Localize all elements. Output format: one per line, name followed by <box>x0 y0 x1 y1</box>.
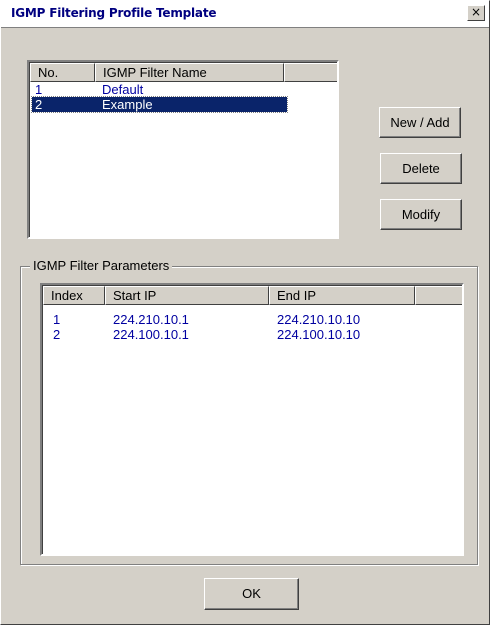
column-header-no[interactable]: No. <box>30 63 95 82</box>
param-start-ip: 224.100.10.1 <box>113 327 189 342</box>
dialog-window: IGMP Filtering Profile Template × No. IG… <box>0 0 490 625</box>
column-header-blank[interactable] <box>284 63 337 82</box>
delete-button[interactable]: Delete <box>380 153 462 184</box>
profile-name: Default <box>102 82 144 97</box>
filter-parameters-label: IGMP Filter Parameters <box>30 258 173 273</box>
param-index: 1 <box>53 312 61 327</box>
profile-name: Example <box>102 97 153 112</box>
table-row[interactable]: 2 224.100.10.1 224.100.10.10 <box>45 327 425 342</box>
column-header-start-ip[interactable]: Start IP <box>105 286 269 305</box>
param-start-ip: 224.210.10.1 <box>113 312 189 327</box>
column-header-blank[interactable] <box>415 286 462 305</box>
column-header-end-ip[interactable]: End IP <box>269 286 415 305</box>
parameters-list[interactable]: Index Start IP End IP 1 224.210.10.1 224… <box>40 283 464 556</box>
column-header-filter-name[interactable]: IGMP Filter Name <box>95 63 284 82</box>
list-item-selected[interactable]: 2 Example <box>31 96 288 113</box>
column-header-index[interactable]: Index <box>43 286 105 305</box>
modify-button[interactable]: Modify <box>380 199 462 230</box>
ok-button[interactable]: OK <box>204 578 299 610</box>
param-end-ip: 224.210.10.10 <box>277 312 361 327</box>
new-add-button[interactable]: New / Add <box>379 107 461 138</box>
close-icon: × <box>470 5 482 19</box>
param-index: 2 <box>53 327 61 342</box>
profile-no: 1 <box>35 82 43 97</box>
profile-list[interactable]: No. IGMP Filter Name 1 Default 2 Example <box>27 60 339 239</box>
close-button[interactable]: × <box>467 5 485 21</box>
window-title: IGMP Filtering Profile Template <box>11 6 217 20</box>
profile-no: 2 <box>35 97 43 112</box>
param-end-ip: 224.100.10.10 <box>277 327 361 342</box>
table-row[interactable]: 1 224.210.10.1 224.210.10.10 <box>45 312 425 327</box>
title-bar[interactable]: IGMP Filtering Profile Template × <box>1 1 489 28</box>
list-item[interactable]: 1 Default <box>32 82 287 97</box>
